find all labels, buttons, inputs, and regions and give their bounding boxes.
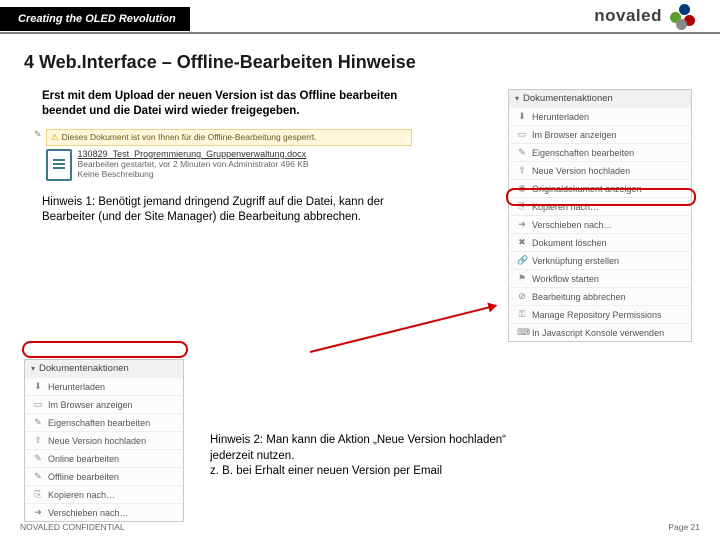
action-item[interactable]: ➜Verschieben nach… [25, 503, 183, 521]
lock-warning: Dieses Dokument ist von Ihnen für die Of… [46, 129, 412, 146]
footer: NOVALED CONFIDENTIAL Page 21 [20, 522, 700, 532]
arrow-annotation-icon [310, 305, 497, 353]
action-item[interactable]: ▭Im Browser anzeigen [25, 395, 183, 413]
action-item[interactable]: ⎘Kopieren nach… [25, 485, 183, 503]
page-title: 4 Web.Interface – Offline-Bearbeiten Hin… [0, 34, 720, 83]
action-item[interactable]: ✎Eigenschaften bearbeiten [25, 413, 183, 431]
action-item[interactable]: ⚿Manage Repository Permissions [509, 305, 691, 323]
file-name-link[interactable]: 130829_Test_Progremmierung_Gruppenverwal… [78, 149, 309, 159]
action-item[interactable]: ➜Verschieben nach… [509, 215, 691, 233]
brand-name: novaled [594, 6, 662, 26]
brand-logo: novaled [594, 2, 696, 30]
brand-dots-icon [668, 2, 696, 30]
tagline: Creating the OLED Revolution [0, 7, 190, 31]
actions-panel-heading: Dokumentenaktionen [509, 90, 691, 107]
document-lock-inset: ✎ Dieses Dokument ist von Ihnen für die … [28, 125, 418, 185]
action-item[interactable]: ⇧Neue Version hochladen [509, 161, 691, 179]
file-meta: Bearbeiten gestartet, vor 2 Minuten von … [78, 159, 309, 169]
file-no-desc: Keine Beschreibung [78, 169, 309, 179]
action-item[interactable]: ⬇Herunterladen [509, 107, 691, 125]
action-item[interactable]: ◉Originaldokument anzeigen [509, 179, 691, 197]
action-item[interactable]: 🔗Verknüpfung erstellen [509, 251, 691, 269]
action-item[interactable]: ⎘Kopieren nach… [509, 197, 691, 215]
actions-panel-left: Dokumentenaktionen ⬇Herunterladen ▭Im Br… [24, 359, 184, 522]
action-item[interactable]: ▭Im Browser anzeigen [509, 125, 691, 143]
document-icon [46, 149, 72, 181]
action-upload-new-version[interactable]: ⇧Neue Version hochladen [25, 431, 183, 449]
intro-paragraph: Erst mit dem Upload der neuen Version is… [42, 89, 412, 119]
footer-page-number: Page 21 [668, 522, 700, 532]
hinweis-2: Hinweis 2: Man kann die Aktion „Neue Ver… [210, 433, 510, 480]
header-band: Creating the OLED Revolution novaled [0, 0, 720, 34]
action-item[interactable]: ⌨In Javascript Konsole verwenden [509, 323, 691, 341]
highlight-upload-new-version [22, 341, 188, 358]
hinweis-1: Hinweis 1: Benötigt jemand dringend Zugr… [42, 195, 402, 225]
action-item[interactable]: ⬇Herunterladen [25, 377, 183, 395]
action-item[interactable]: ✎Online bearbeiten [25, 449, 183, 467]
action-item[interactable]: ✎Eigenschaften bearbeiten [509, 143, 691, 161]
footer-confidential: NOVALED CONFIDENTIAL [20, 522, 125, 532]
actions-panel-right: Dokumentenaktionen ⬇Herunterladen ▭Im Br… [508, 89, 692, 342]
action-item[interactable]: ⚑Workflow starten [509, 269, 691, 287]
action-item[interactable]: ✎Offline bearbeiten [25, 467, 183, 485]
action-item[interactable]: ✖Dokument löschen [509, 233, 691, 251]
actions-panel-heading: Dokumentenaktionen [25, 360, 183, 377]
action-cancel-edit[interactable]: ⊘Bearbeitung abbrechen [509, 287, 691, 305]
